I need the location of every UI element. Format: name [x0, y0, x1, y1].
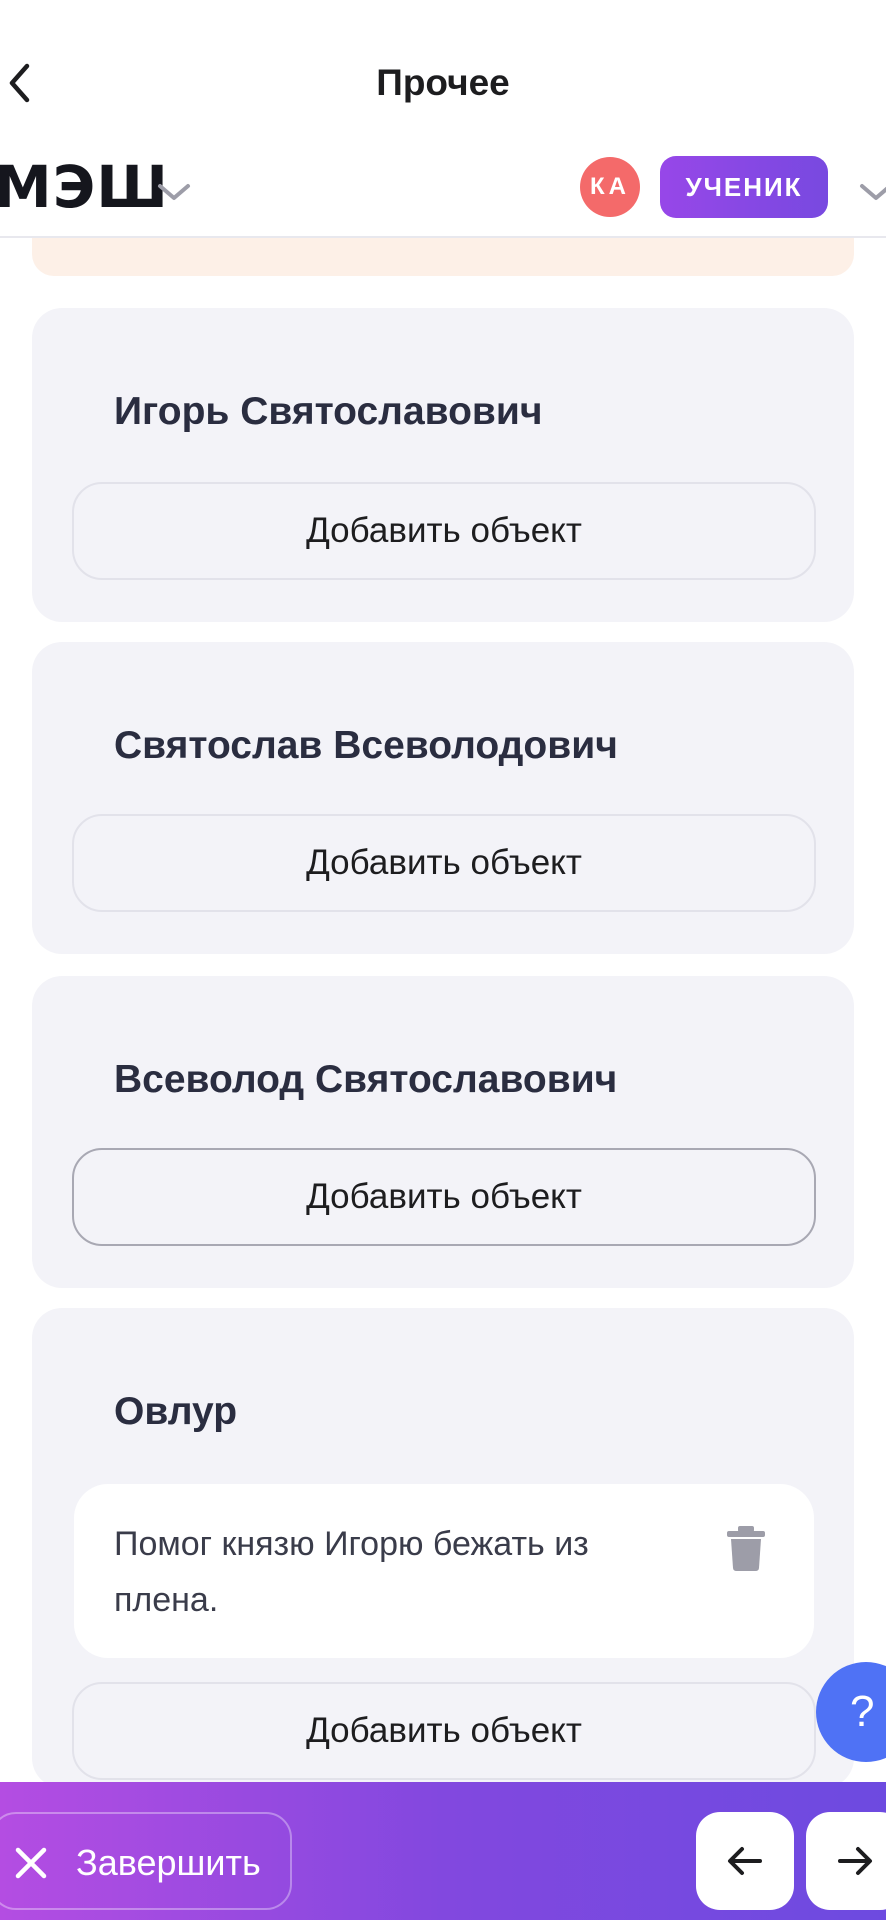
card-title: Игорь Святославович: [114, 390, 543, 433]
app-logo[interactable]: МЭШ: [0, 158, 169, 216]
page: Игорь Святославович Добавить объект Свят…: [0, 0, 886, 1920]
help-label: ?: [850, 1687, 875, 1736]
card-title: Святослав Всеволодович: [114, 724, 618, 767]
character-card: Игорь Святославович Добавить объект: [32, 308, 854, 622]
trash-icon[interactable]: [724, 1524, 768, 1572]
content-area: Игорь Святославович Добавить объект Свят…: [0, 0, 886, 1920]
title-bar: Прочее: [0, 0, 886, 140]
add-object-button[interactable]: Добавить объект: [72, 482, 816, 580]
previous-button[interactable]: [696, 1812, 794, 1910]
object-entry: Помог князю Игорю бежать из плена.: [74, 1484, 814, 1658]
next-button[interactable]: [806, 1812, 886, 1910]
bottom-bar: Завершить: [0, 1782, 886, 1920]
notice-strip: [32, 236, 854, 276]
character-card: Овлур Помог князю Игорю бежать из плена.…: [32, 1308, 854, 1788]
arrow-right-icon: [838, 1847, 872, 1875]
page-title: Прочее: [376, 62, 510, 103]
add-object-button[interactable]: Добавить объект: [72, 1682, 816, 1780]
finish-label: Завершить: [76, 1842, 261, 1883]
chevron-down-icon[interactable]: [858, 176, 886, 206]
character-card: Всеволод Святославович Добавить объект: [32, 976, 854, 1288]
card-title: Всеволод Святославович: [114, 1058, 618, 1101]
close-icon: [15, 1847, 47, 1879]
arrow-left-icon: [728, 1847, 762, 1875]
role-badge[interactable]: УЧЕНИК: [660, 156, 828, 218]
avatar[interactable]: КА: [580, 157, 640, 217]
object-entry-text: Помог князю Игорю бежать из плена.: [114, 1525, 589, 1619]
add-object-button[interactable]: Добавить объект: [72, 1148, 816, 1246]
finish-button[interactable]: Завершить: [0, 1812, 292, 1910]
character-card: Святослав Всеволодович Добавить объект: [32, 642, 854, 954]
add-object-button[interactable]: Добавить объект: [72, 814, 816, 912]
card-title: Овлур: [114, 1390, 238, 1433]
chevron-down-icon[interactable]: [156, 176, 192, 206]
